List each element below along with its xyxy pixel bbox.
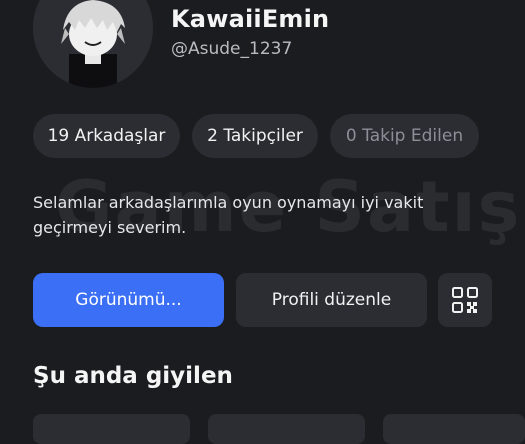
view-avatar-button[interactable]: Görünümü... — [33, 273, 224, 327]
qr-code-icon — [452, 287, 478, 313]
display-name: KawaiiEmin — [171, 5, 330, 33]
worn-item-card[interactable] — [208, 414, 365, 444]
friends-count-button[interactable]: 19 Arkadaşlar — [33, 114, 180, 158]
username: @Asude_1237 — [171, 39, 293, 59]
avatar[interactable] — [33, 0, 153, 88]
followers-count-button[interactable]: 2 Takipçiler — [192, 114, 318, 158]
worn-item-card[interactable] — [383, 414, 525, 444]
section-title: Şu anda giyilen — [33, 363, 233, 389]
following-count-button[interactable]: 0 Takip Edilen — [330, 114, 479, 158]
profile-bio: Selamlar arkadaşlarımla oyun oynamayı iy… — [33, 193, 424, 237]
avatar-image — [33, 0, 153, 88]
qr-code-button[interactable] — [438, 273, 492, 327]
worn-item-card[interactable] — [33, 414, 190, 444]
edit-profile-button[interactable]: Profili düzenle — [236, 273, 427, 327]
